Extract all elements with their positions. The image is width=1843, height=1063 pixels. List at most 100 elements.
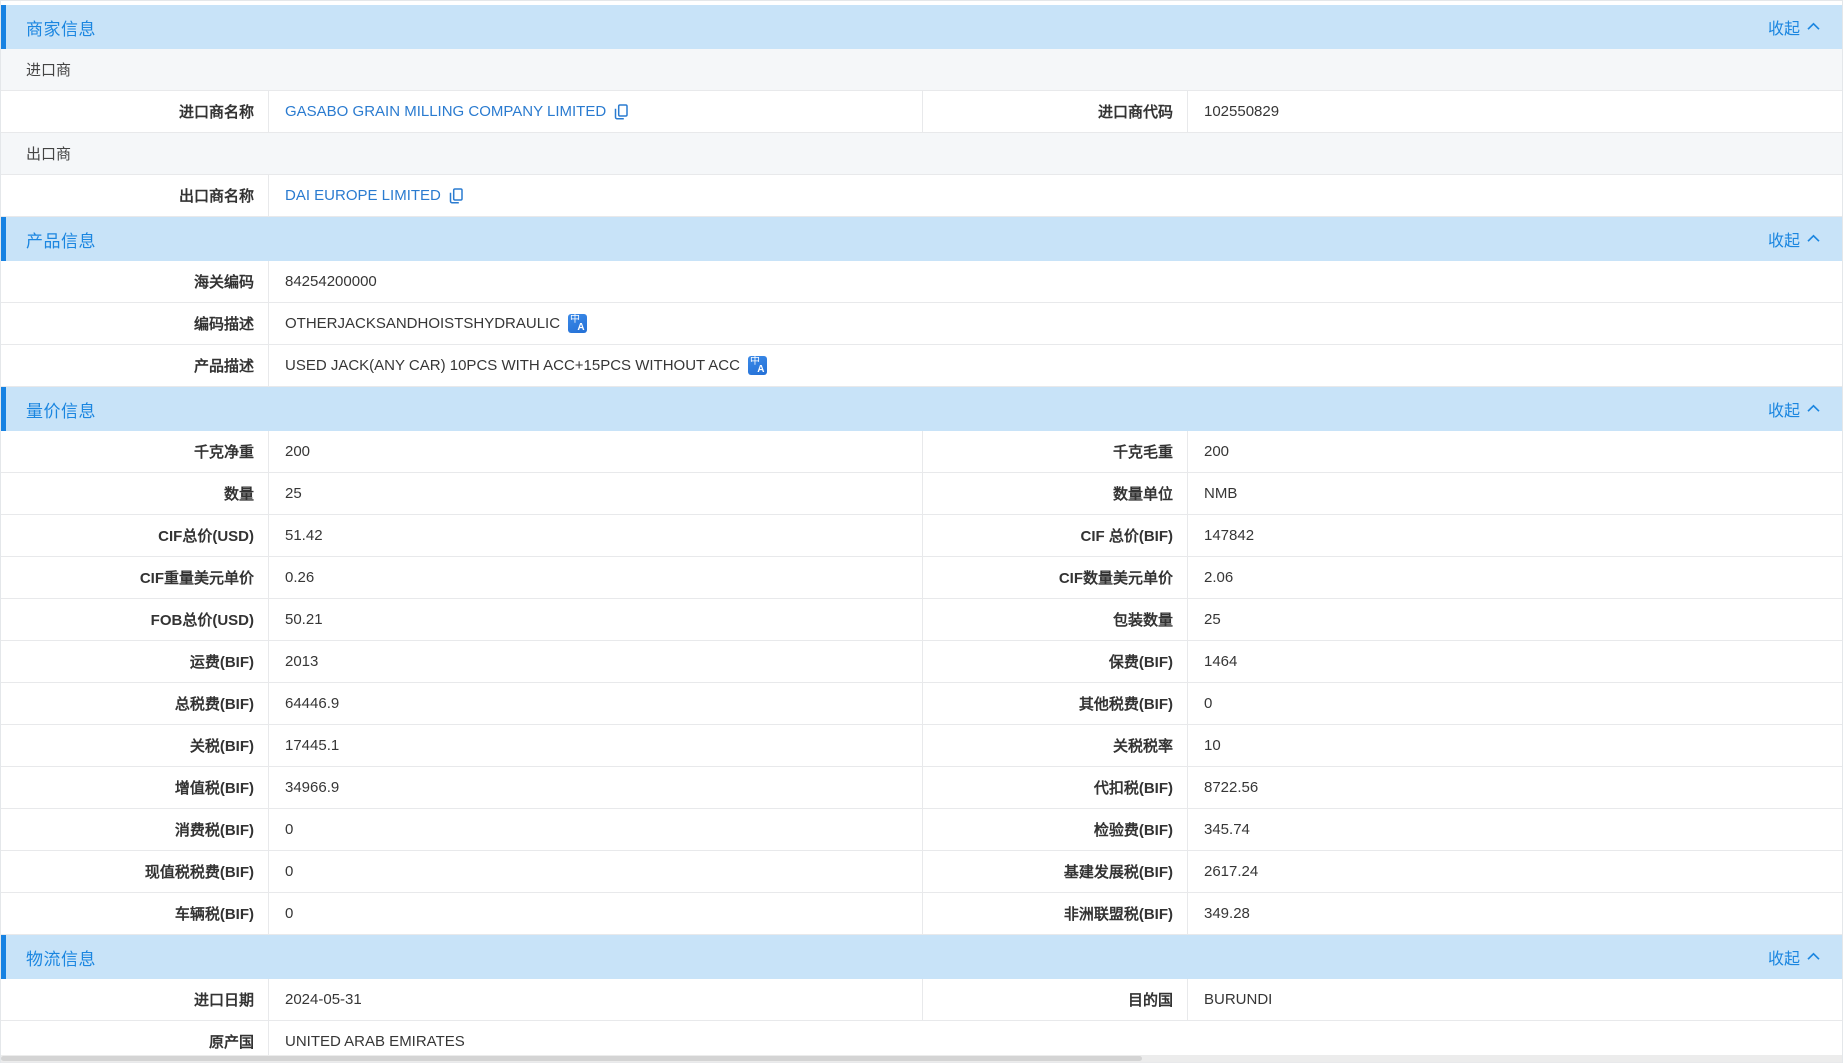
field-value: 2024-05-31: [285, 991, 362, 1008]
field-label: 产品描述: [194, 355, 254, 376]
field-label: 运费(BIF): [190, 651, 254, 672]
section-title: 量价信息: [26, 397, 96, 422]
field-label: CIF数量美元单价: [1059, 567, 1173, 588]
section-merchant: 商家信息 收起进口商进口商名称 GASABO GRAIN MILLING COMPA…: [1, 5, 1842, 217]
field-value: USED JACK(ANY CAR) 10PCS WITH ACC+15PCS …: [285, 357, 740, 374]
field-row: CIF重量美元单价 0.26 CIF数量美元单价 2.06: [1, 557, 1842, 599]
copy-icon[interactable]: [449, 188, 463, 204]
translate-icon[interactable]: 中A: [748, 356, 767, 375]
field-value: 0.26: [285, 569, 314, 586]
field-label: 编码描述: [194, 313, 254, 334]
field-label: CIF总价(USD): [158, 525, 254, 546]
field-row: 编码描述 OTHERJACKSANDHOISTSHYDRAULIC中A: [1, 303, 1842, 345]
field-value-cell: 2024-05-31: [269, 979, 923, 1020]
field-value: 147842: [1204, 527, 1254, 544]
field-label: CIF 总价(BIF): [1081, 525, 1173, 546]
field-label-cell: 总税费(BIF): [1, 683, 269, 724]
field-value: 102550829: [1204, 103, 1279, 120]
field-value-cell: OTHERJACKSANDHOISTSHYDRAULIC中A: [269, 303, 1842, 344]
section-header-product: 产品信息收起: [1, 217, 1842, 261]
chevron-up-icon: [1807, 948, 1820, 966]
section-header-merchant: 商家信息 收起: [1, 5, 1842, 49]
field-label-cell: 数量单位: [923, 473, 1188, 514]
collapse-button[interactable]: 收起: [1768, 945, 1820, 969]
field-label-cell: 进口商名称: [1, 91, 269, 132]
field-row: 千克净重200千克毛重200: [1, 431, 1842, 473]
field-label: 进口商代码: [1098, 101, 1173, 122]
section-accent-bar: [1, 935, 6, 979]
field-value-cell: 345.74: [1188, 809, 1842, 850]
field-label: 其他税费(BIF): [1079, 693, 1173, 714]
field-value-cell: 0: [1188, 683, 1842, 724]
collapse-button[interactable]: 收起: [1768, 227, 1820, 251]
field-value-link[interactable]: GASABO GRAIN MILLING COMPANY LIMITED: [285, 103, 606, 120]
field-value: BURUNDI: [1204, 991, 1272, 1008]
translate-icon-en-glyph: A: [757, 364, 764, 375]
scrollbar-thumb[interactable]: [1, 1056, 1142, 1061]
field-value: 8722.56: [1204, 779, 1258, 796]
field-value: 2.06: [1204, 569, 1233, 586]
field-label-cell: 基建发展税(BIF): [923, 851, 1188, 892]
field-value: 34966.9: [285, 779, 339, 796]
field-row: 车辆税(BIF)0非洲联盟税(BIF)349.28: [1, 893, 1842, 935]
collapse-button[interactable]: 收起: [1768, 397, 1820, 421]
horizontal-scrollbar[interactable]: [1, 1055, 1842, 1062]
field-row: 增值税(BIF)34966.9代扣税(BIF)8722.56: [1, 767, 1842, 809]
collapse-label: 收起: [1768, 945, 1800, 969]
field-row: CIF总价(USD)51.42CIF 总价(BIF)147842: [1, 515, 1842, 557]
field-value-cell: 200: [269, 431, 923, 472]
field-value: 349.28: [1204, 905, 1250, 922]
trade-detail-panel: 商家信息收起进口商进口商名称GASABO GRAIN MILLING COMPA…: [0, 0, 1843, 1063]
field-label-cell: 现值税税费(BIF): [1, 851, 269, 892]
field-value: 0: [285, 905, 293, 922]
field-value-cell: 25: [1188, 599, 1842, 640]
field-label-cell: 其他税费(BIF): [923, 683, 1188, 724]
collapse-button[interactable]: 收起: [1768, 15, 1820, 39]
field-value-cell: 0: [269, 809, 923, 850]
field-value-cell: 34966.9: [269, 767, 923, 808]
subsection-row: 进口商: [1, 49, 1842, 91]
field-label-cell: 数量: [1, 473, 269, 514]
field-label-cell: 出口商名称: [1, 175, 269, 216]
field-value-cell: 200: [1188, 431, 1842, 472]
field-label: 基建发展税(BIF): [1064, 861, 1173, 882]
field-label: 进口商名称: [179, 101, 254, 122]
field-label-cell: 千克毛重: [923, 431, 1188, 472]
field-label-cell: 目的国: [923, 979, 1188, 1020]
field-label: 原产国: [209, 1031, 254, 1052]
field-value: 345.74: [1204, 821, 1250, 838]
field-value: 2617.24: [1204, 863, 1258, 880]
field-value: 200: [285, 443, 310, 460]
chevron-up-icon: [1807, 18, 1820, 36]
field-value: NMB: [1204, 485, 1237, 502]
field-row: 产品描述 USED JACK(ANY CAR) 10PCS WITH ACC+15…: [1, 345, 1842, 387]
field-label-cell: 包装数量: [923, 599, 1188, 640]
field-value-cell: 50.21: [269, 599, 923, 640]
field-label: 保费(BIF): [1109, 651, 1173, 672]
field-row: 出口商名称 DAI EUROPE LIMITED: [1, 175, 1842, 217]
field-value-cell: NMB: [1188, 473, 1842, 514]
field-label: 增值税(BIF): [175, 777, 254, 798]
field-value-cell: GASABO GRAIN MILLING COMPANY LIMITED: [269, 91, 923, 132]
field-value-cell: 147842: [1188, 515, 1842, 556]
field-value: 17445.1: [285, 737, 339, 754]
subsection-row: 出口商: [1, 133, 1842, 175]
field-value: 10: [1204, 737, 1221, 754]
field-label-cell: 关税税率: [923, 725, 1188, 766]
field-label: CIF重量美元单价: [140, 567, 254, 588]
field-value-cell: 17445.1: [269, 725, 923, 766]
field-label: 进口日期: [194, 989, 254, 1010]
field-value-cell: 0: [269, 893, 923, 934]
field-label-cell: 产品描述: [1, 345, 269, 386]
field-label-cell: CIF重量美元单价: [1, 557, 269, 598]
translate-icon[interactable]: 中A: [568, 314, 587, 333]
field-value-link[interactable]: DAI EUROPE LIMITED: [285, 187, 441, 204]
copy-icon[interactable]: [614, 104, 628, 120]
field-label-cell: 编码描述: [1, 303, 269, 344]
field-value-cell: 2013: [269, 641, 923, 682]
field-label-cell: 海关编码: [1, 261, 269, 302]
field-value: UNITED ARAB EMIRATES: [285, 1033, 465, 1050]
field-label: 关税税率: [1113, 735, 1173, 756]
section-title: 商家信息: [26, 15, 96, 40]
field-value-cell: 8722.56: [1188, 767, 1842, 808]
